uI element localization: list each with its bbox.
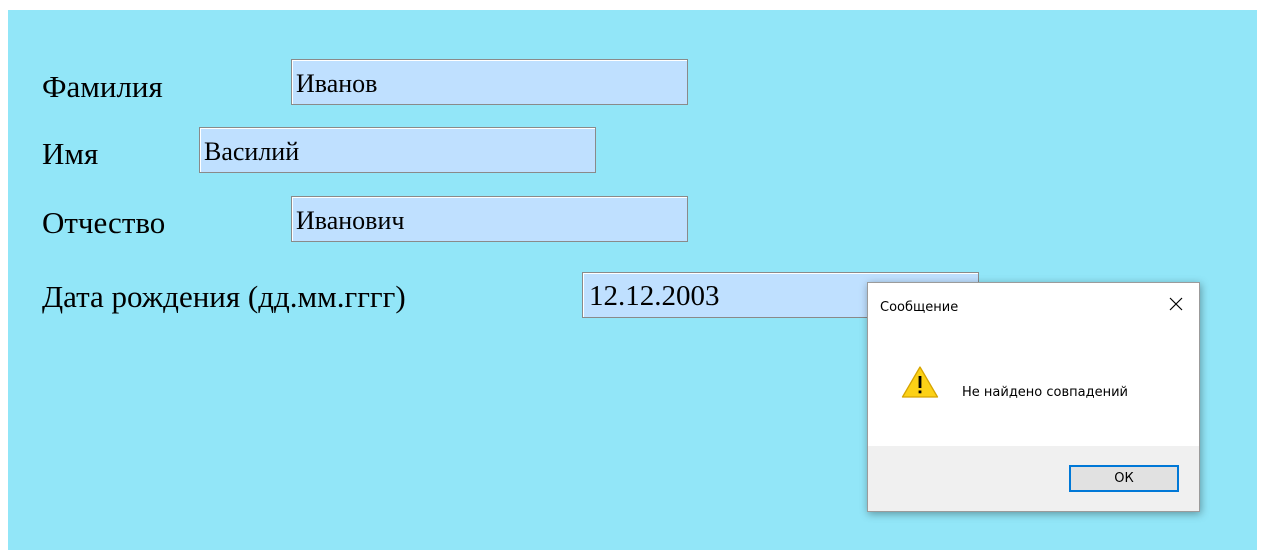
dialog-title: Сообщение xyxy=(880,300,959,315)
dialog-footer: ОК xyxy=(868,446,1199,511)
birthdate-label: Дата рождения (дд.мм.гггг) xyxy=(42,279,406,314)
surname-label: Фамилия xyxy=(42,69,163,104)
dialog-body: Не найдено совпадений xyxy=(868,327,1199,447)
patronymic-field[interactable]: Иванович xyxy=(291,196,688,242)
name-label: Имя xyxy=(42,136,99,171)
close-icon xyxy=(1169,296,1183,315)
name-field[interactable]: Василий xyxy=(199,127,596,173)
dialog-message: Не найдено совпадений xyxy=(962,385,1129,400)
ok-button[interactable]: ОК xyxy=(1069,465,1179,492)
warning-icon xyxy=(901,365,939,399)
message-dialog: Сообщение Не найдено совпадений ОК xyxy=(867,282,1200,512)
dialog-close-button[interactable] xyxy=(1153,283,1199,327)
patronymic-label: Отчество xyxy=(42,205,166,240)
surname-field[interactable]: Иванов xyxy=(291,59,688,105)
